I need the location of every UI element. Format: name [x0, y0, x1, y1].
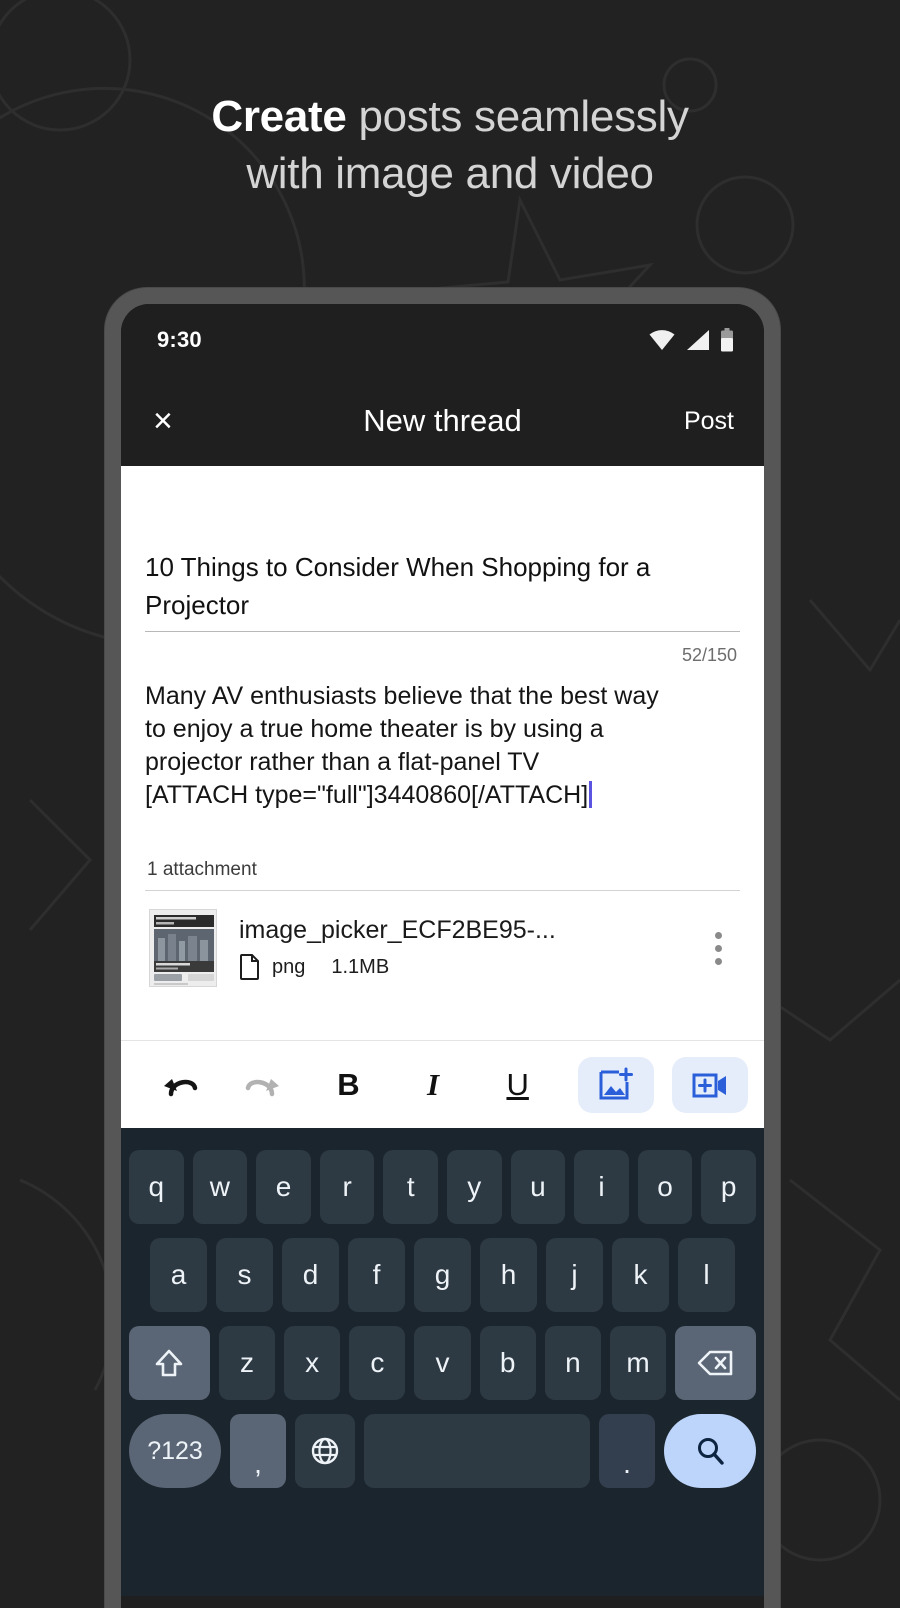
space-key[interactable]: [364, 1414, 590, 1488]
attachment-row[interactable]: image_picker_ECF2BE95-... png 1.1MB: [145, 891, 740, 987]
key-w[interactable]: w: [192, 1150, 248, 1224]
key-q[interactable]: q: [129, 1150, 184, 1224]
key-c[interactable]: c: [349, 1326, 406, 1400]
undo-icon: [164, 1078, 198, 1096]
thread-title-value: 10 Things to Consider When Shopping for …: [145, 552, 651, 620]
add-image-button[interactable]: [577, 1056, 654, 1113]
key-t[interactable]: t: [383, 1150, 438, 1224]
key-y[interactable]: y: [447, 1150, 502, 1224]
post-button[interactable]: Post: [684, 407, 734, 436]
globe-icon: [311, 1437, 339, 1465]
key-g[interactable]: g: [414, 1238, 471, 1312]
key-j[interactable]: j: [546, 1238, 603, 1312]
add-video-icon: [692, 1073, 726, 1097]
thread-title-field[interactable]: 10 Things to Consider When Shopping for …: [145, 466, 740, 632]
keyboard-row-2: a s d f g h j k l: [129, 1238, 756, 1312]
key-i[interactable]: i: [574, 1150, 629, 1224]
keyboard-row-1: q w e r t y u i o p: [129, 1150, 756, 1224]
body-line-4: [ATTACH type="full"]3440860[/ATTACH]: [145, 781, 589, 809]
shift-icon: [156, 1349, 183, 1377]
body-line-3: projector rather than a flat-panel TV: [145, 748, 540, 776]
underline-button[interactable]: U: [475, 1054, 560, 1116]
key-m[interactable]: m: [609, 1326, 667, 1400]
add-video-button[interactable]: [671, 1056, 748, 1113]
status-icons: [648, 328, 734, 352]
attachment-filesize: 1.1MB: [331, 955, 390, 978]
page-title: Create posts seamlessly with image and v…: [0, 88, 900, 202]
comma-key[interactable]: ,: [230, 1414, 286, 1488]
key-z[interactable]: z: [218, 1326, 276, 1400]
cellular-signal-icon: [687, 330, 709, 350]
composer-sheet: 10 Things to Consider When Shopping for …: [121, 466, 764, 1040]
image-thumbnail: [149, 909, 217, 987]
thread-body-field[interactable]: Many AV enthusiasts believe that the bes…: [145, 666, 740, 812]
file-icon: [240, 954, 259, 980]
attachment-filename: image_picker_ECF2BE95-...: [239, 916, 556, 944]
status-bar: 9:30: [121, 304, 764, 376]
period-key[interactable]: .: [599, 1414, 655, 1488]
key-v[interactable]: v: [414, 1326, 471, 1400]
app-bar: × New thread Post: [121, 376, 764, 466]
body-line-2: to enjoy a true home theater is by using…: [145, 715, 604, 743]
attachment-filetype: png: [272, 955, 306, 978]
key-d[interactable]: d: [282, 1238, 339, 1312]
keyboard-row-3: z x c v b n m: [129, 1326, 756, 1400]
add-image-icon: [599, 1067, 633, 1099]
headline-line-1: Create posts seamlessly: [0, 88, 900, 145]
body-line-1: Many AV enthusiasts believe that the bes…: [145, 682, 659, 710]
body-line-4-wrap: [ATTACH type="full"]3440860[/ATTACH]: [145, 779, 740, 812]
key-k[interactable]: k: [612, 1238, 669, 1312]
enter-search-key[interactable]: [664, 1414, 756, 1488]
attachment-details: png 1.1MB: [239, 945, 674, 980]
key-n[interactable]: n: [544, 1326, 601, 1400]
app-bar-title: New thread: [363, 403, 522, 438]
attachment-meta: image_picker_ECF2BE95-... png 1.1MB: [239, 916, 674, 980]
key-h[interactable]: h: [480, 1238, 537, 1312]
close-icon[interactable]: ×: [153, 404, 197, 438]
redo-button[interactable]: [222, 1054, 307, 1116]
redo-icon: [245, 1078, 279, 1096]
format-toolbar: B I U: [121, 1040, 764, 1128]
key-p[interactable]: p: [701, 1150, 756, 1224]
key-r[interactable]: r: [319, 1150, 375, 1224]
key-b[interactable]: b: [479, 1326, 536, 1400]
text-cursor: [589, 781, 593, 808]
search-icon: [698, 1438, 724, 1465]
key-o[interactable]: o: [637, 1150, 693, 1224]
language-key[interactable]: [295, 1414, 355, 1488]
undo-button[interactable]: [137, 1054, 222, 1116]
bold-button[interactable]: B: [306, 1054, 391, 1116]
headline-rest: posts seamlessly: [346, 92, 689, 141]
phone-screen: 9:30 × New thread Post 10 Things to Cons…: [121, 304, 764, 1608]
keyboard-row-4: ?123 , .: [129, 1414, 756, 1488]
headline-bold-word: Create: [211, 92, 347, 141]
character-counter: 52/150: [681, 645, 737, 665]
attachments-count-label: 1 attachment: [147, 859, 257, 880]
key-x[interactable]: x: [284, 1326, 341, 1400]
key-u[interactable]: u: [510, 1150, 566, 1224]
status-time: 9:30: [157, 327, 202, 352]
key-s[interactable]: s: [216, 1238, 273, 1312]
wifi-icon: [649, 330, 675, 350]
italic-button[interactable]: I: [391, 1054, 476, 1116]
symbols-key[interactable]: ?123: [129, 1414, 221, 1488]
key-f[interactable]: f: [348, 1238, 405, 1312]
phone-mockup: 9:30 × New thread Post 10 Things to Cons…: [105, 288, 780, 1608]
headline-line-2: with image and video: [246, 149, 654, 198]
battery-icon: [721, 328, 733, 352]
backspace-icon: [697, 1350, 732, 1376]
key-e[interactable]: e: [256, 1150, 311, 1224]
virtual-keyboard: q w e r t y u i o p a s d f g h j k l z …: [121, 1128, 764, 1596]
kebab-menu-icon[interactable]: [696, 931, 740, 965]
key-l[interactable]: l: [678, 1238, 735, 1312]
shift-key[interactable]: [129, 1326, 210, 1400]
key-a[interactable]: a: [150, 1238, 207, 1312]
backspace-key[interactable]: [675, 1326, 756, 1400]
